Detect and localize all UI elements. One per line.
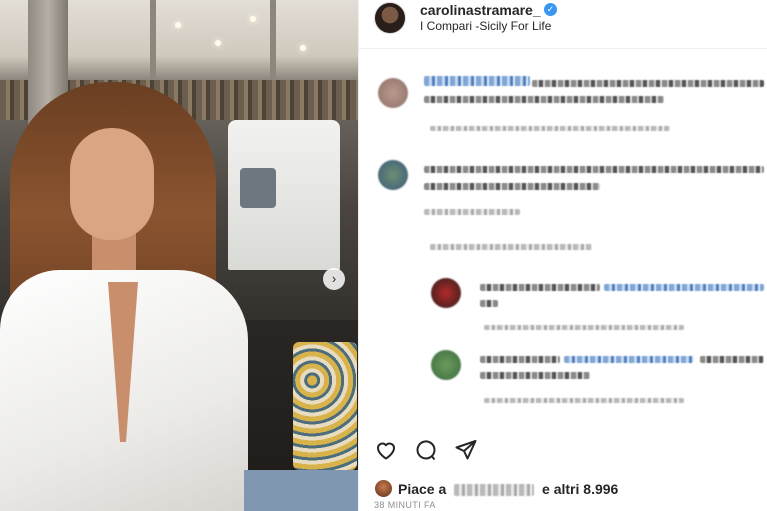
comment-text-redacted xyxy=(424,96,664,103)
share-icon[interactable] xyxy=(454,438,480,464)
action-bar xyxy=(374,438,494,464)
comment-text-redacted xyxy=(480,356,560,363)
author-avatar[interactable] xyxy=(374,2,406,34)
header-divider xyxy=(358,48,767,49)
comment-meta-redacted xyxy=(430,126,670,131)
comment-replies-toggle-redacted[interactable] xyxy=(430,244,592,250)
comment-text-redacted xyxy=(480,300,498,307)
post-header: carolinastramare_ ✓ I Compari -Sicily Fo… xyxy=(374,0,767,38)
photo-cushion xyxy=(293,342,357,470)
comment-mention-redacted xyxy=(564,356,694,363)
likes-prefix: Piace a xyxy=(398,481,447,497)
comment-mention-redacted xyxy=(604,284,764,291)
comment-text-redacted xyxy=(424,183,600,190)
post-location[interactable]: I Compari -Sicily For Life xyxy=(420,19,551,33)
comment-username-redacted xyxy=(424,76,530,86)
heart-icon[interactable] xyxy=(374,438,400,464)
verified-badge-icon: ✓ xyxy=(544,3,557,16)
photo-beam xyxy=(150,0,156,80)
comment-text-redacted xyxy=(480,372,590,379)
photo-jeans xyxy=(244,470,358,511)
comment-avatar[interactable] xyxy=(431,350,461,380)
comment-icon[interactable] xyxy=(414,438,440,464)
comment-meta-redacted xyxy=(484,398,684,403)
comment-avatar[interactable] xyxy=(378,160,408,190)
photo-ceiling-light xyxy=(250,16,256,22)
comment-avatar[interactable] xyxy=(431,278,461,308)
comment-meta-redacted xyxy=(424,209,520,215)
likes-summary[interactable]: Piace a e altri 8.996 xyxy=(374,479,767,499)
post-timestamp: 38 MINUTI FA xyxy=(374,500,436,510)
photo-ceiling-light xyxy=(300,45,306,51)
comment-text-redacted xyxy=(532,80,764,87)
photo-beam xyxy=(270,0,276,80)
likes-text: Piace a e altri 8.996 xyxy=(398,481,618,497)
post-photo[interactable]: › xyxy=(0,0,358,511)
liker-username-redacted[interactable] xyxy=(454,484,535,497)
comment-meta-redacted xyxy=(484,325,684,330)
author-username[interactable]: carolinastramare_ xyxy=(420,2,541,18)
comment-avatar[interactable] xyxy=(378,78,408,108)
carousel-next-icon[interactable]: › xyxy=(323,268,345,290)
panel-divider xyxy=(358,0,359,511)
comment-text-redacted xyxy=(480,284,600,291)
photo-truck-window xyxy=(240,168,276,208)
comment-text-redacted xyxy=(700,356,764,363)
likes-count[interactable]: e altri 8.996 xyxy=(542,481,618,497)
photo-ceiling-light xyxy=(175,22,181,28)
photo-face xyxy=(70,128,154,240)
photo-ceiling-light xyxy=(215,40,221,46)
liker-avatar[interactable] xyxy=(374,479,393,498)
comment-text-redacted xyxy=(424,166,764,173)
